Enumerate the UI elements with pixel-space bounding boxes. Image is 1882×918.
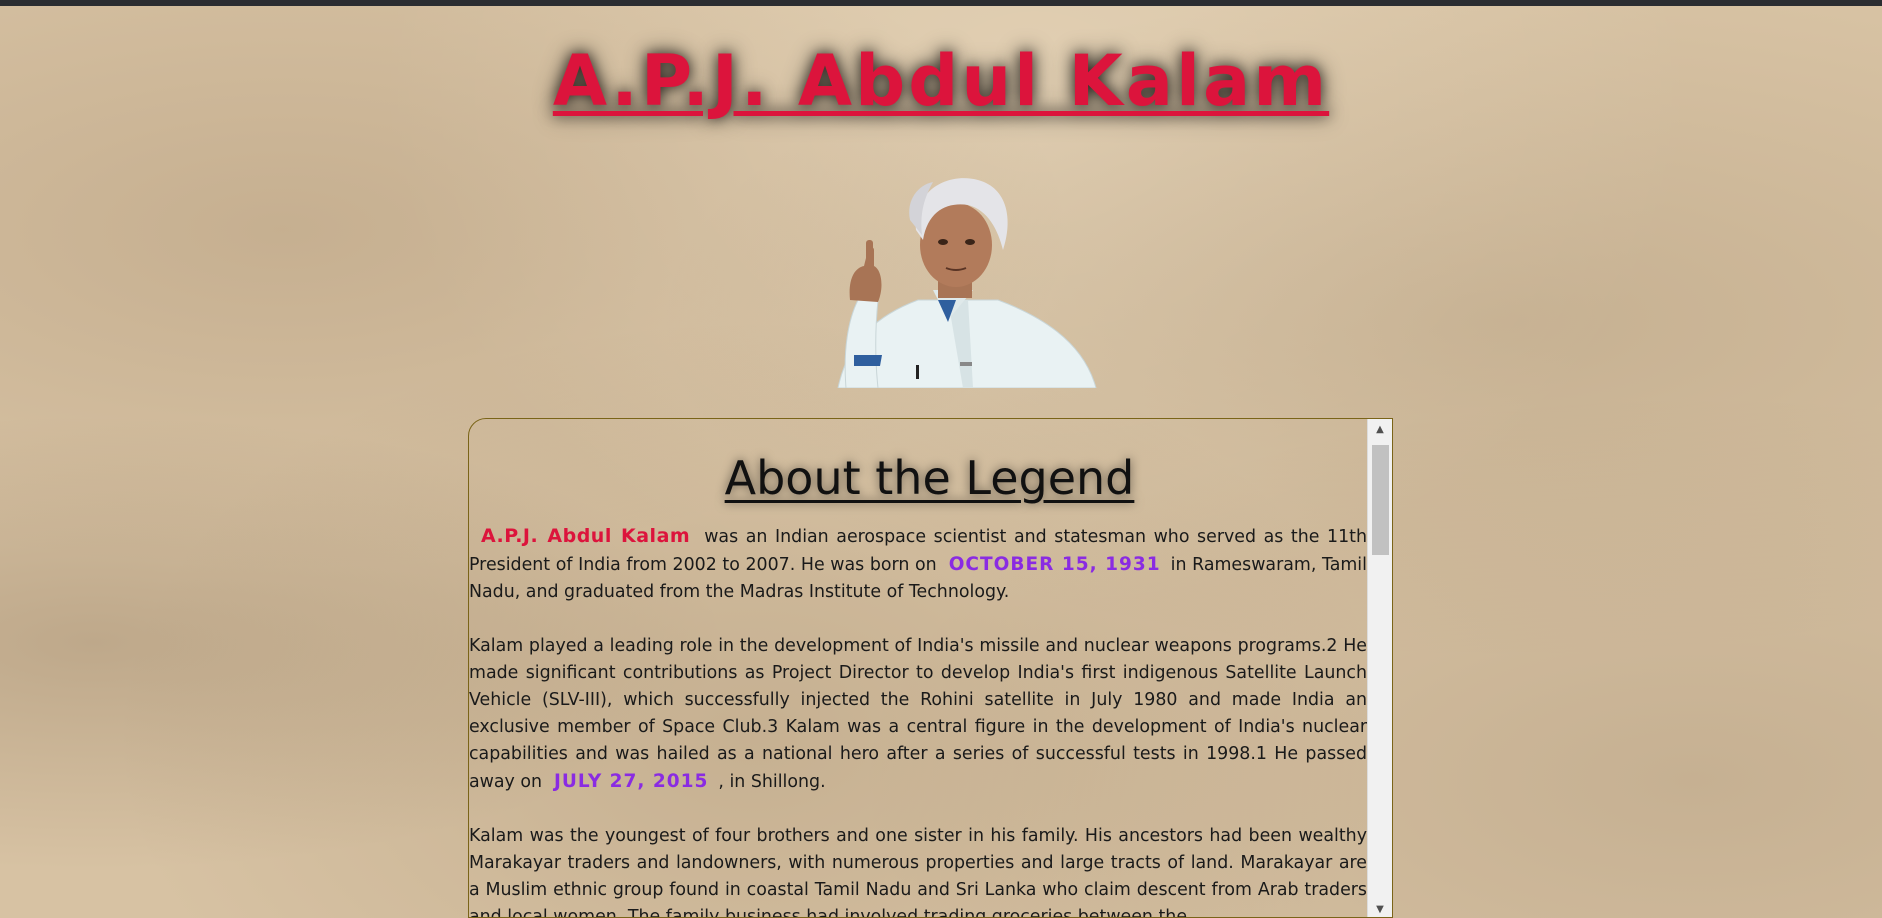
about-paragraph-1: A.P.J. Abdul Kalam was an Indian aerospac… bbox=[469, 523, 1370, 606]
scroll-thumb[interactable] bbox=[1372, 445, 1389, 555]
death-date: JULY 27, 2015 bbox=[554, 771, 709, 792]
about-content: About the Legend A.P.J. Abdul Kalam was a… bbox=[469, 419, 1370, 918]
about-paragraph-3: Kalam was the youngest of four brothers … bbox=[469, 826, 1367, 918]
browser-top-strip bbox=[0, 0, 1882, 6]
name-highlight: A.P.J. Abdul Kalam bbox=[481, 525, 691, 547]
vertical-scrollbar[interactable]: ▲ ▼ bbox=[1367, 419, 1392, 917]
chevron-up-icon[interactable]: ▲ bbox=[1368, 421, 1392, 439]
about-paragraph-2: Kalam played a leading role in the devel… bbox=[469, 633, 1370, 796]
birth-date: OCTOBER 15, 1931 bbox=[948, 554, 1161, 575]
paragraph-text: Kalam played a leading role in the devel… bbox=[469, 636, 1367, 792]
portrait-image bbox=[837, 178, 1097, 388]
chevron-down-icon[interactable]: ▼ bbox=[1368, 901, 1392, 917]
paragraph-text: , in Shillong. bbox=[718, 772, 826, 792]
section-heading: About the Legend bbox=[724, 451, 1135, 505]
about-section[interactable]: About the Legend A.P.J. Abdul Kalam was a… bbox=[468, 418, 1393, 918]
page-title: A.P.J. Abdul Kalam bbox=[552, 40, 1330, 122]
